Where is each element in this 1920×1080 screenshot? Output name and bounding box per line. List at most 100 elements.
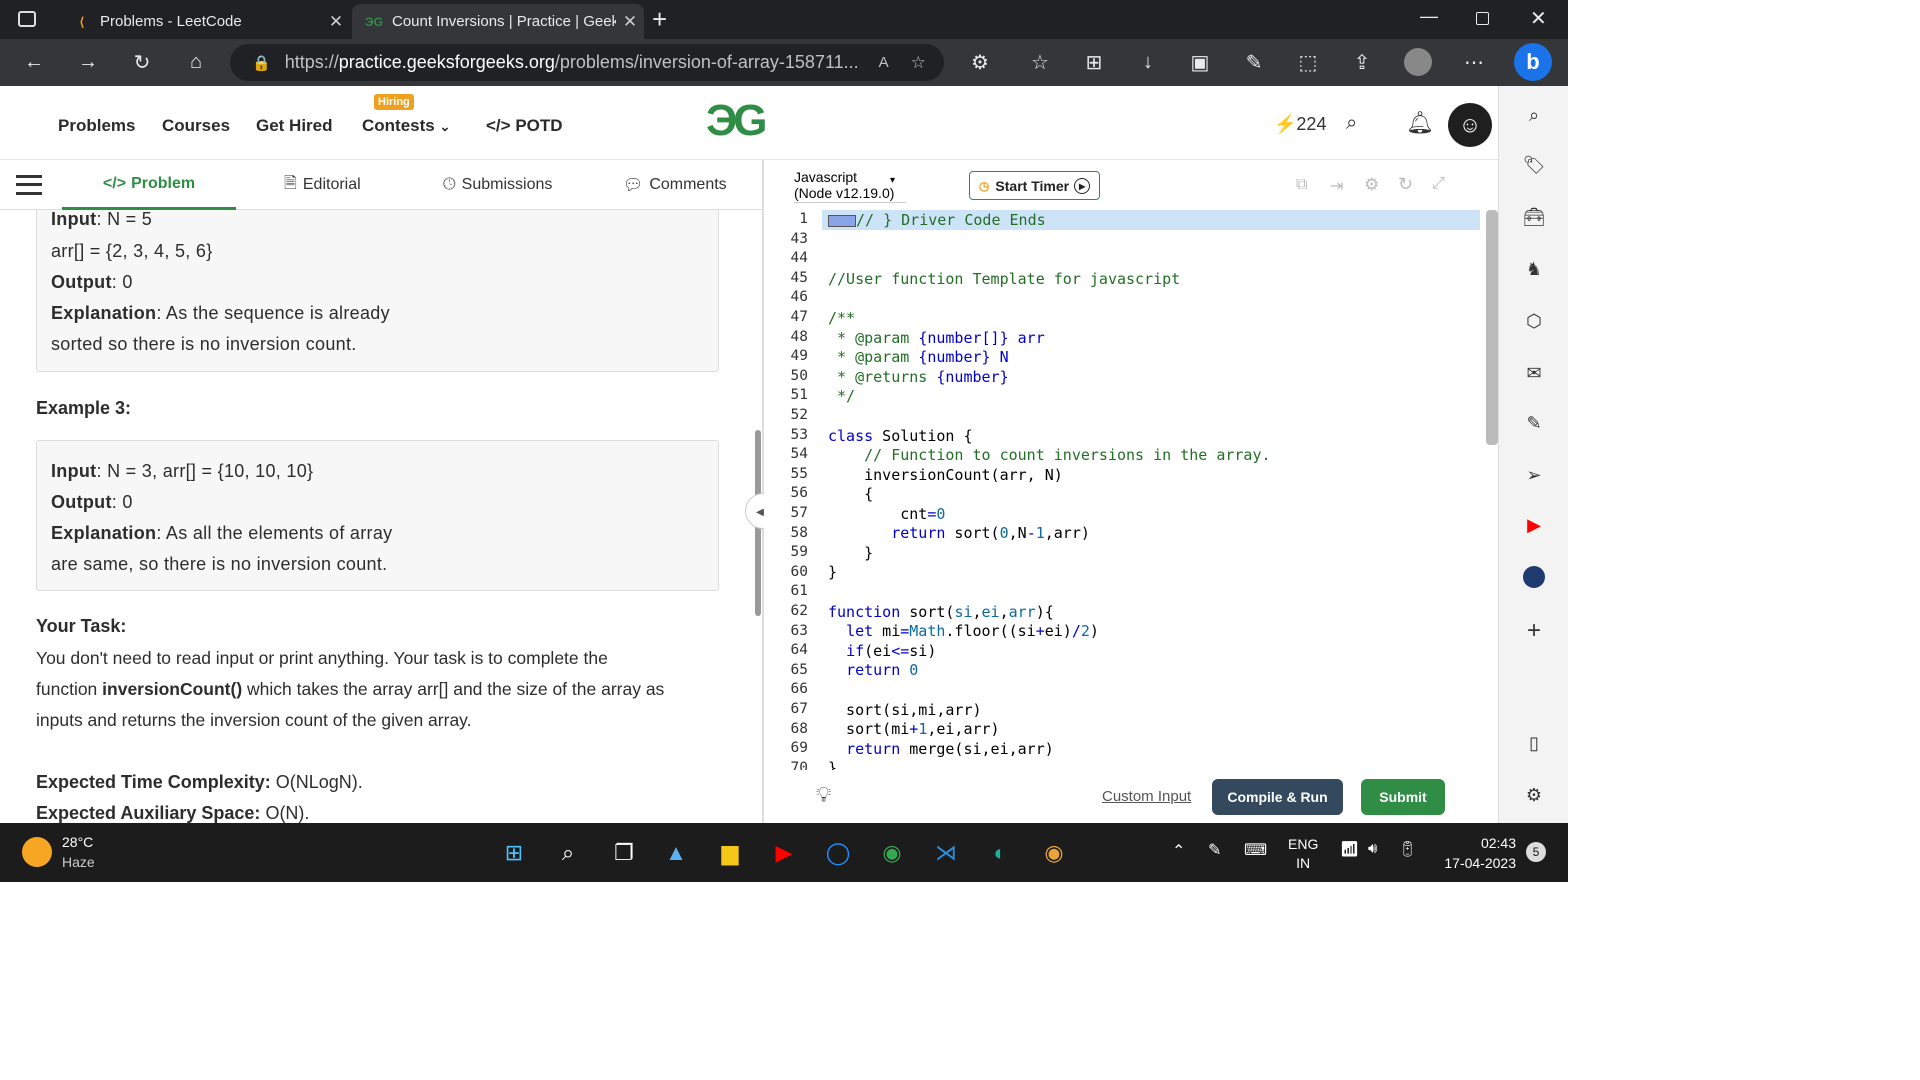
favorite-add-icon[interactable]: ☆ xyxy=(911,53,926,73)
tab-submissions[interactable]: 🕓︎ Submissions xyxy=(443,160,552,210)
forward-icon[interactable]: → xyxy=(70,39,106,86)
photos-icon[interactable]: ▲ xyxy=(660,837,692,869)
restore-icon[interactable] xyxy=(1476,12,1489,25)
profile-avatar[interactable] xyxy=(1404,48,1432,76)
battery-icon[interactable]: 🔋︎ xyxy=(1398,840,1417,858)
start-timer-button[interactable]: ◷ Start Timer ▸ xyxy=(969,171,1100,200)
edit-icon[interactable]: ✎ xyxy=(1236,39,1272,86)
line-number: 65 xyxy=(790,661,808,678)
clock[interactable]: 02:43 17-04-2023 xyxy=(1436,833,1516,873)
fullscreen-icon[interactable]: ⤢ xyxy=(1432,175,1445,193)
import-icon[interactable]: ⇥ xyxy=(1330,176,1343,196)
chrome-icon[interactable]: ◉ xyxy=(876,837,908,869)
code-line: { xyxy=(828,485,874,503)
tab-editorial[interactable]: 🗎 Editorial xyxy=(284,160,361,210)
chevron-down-icon: ⌄ xyxy=(439,119,451,134)
youtube-icon[interactable]: ▶ xyxy=(1519,510,1549,540)
nav-courses[interactable]: Courses xyxy=(162,116,230,136)
address-bar[interactable]: 🔒 https://practice.geeksforgeeks.org/pro… xyxy=(230,44,944,81)
tab-comments[interactable]: 💬︎ Comments xyxy=(623,160,727,210)
custom-input-link[interactable]: Custom Input xyxy=(1102,788,1191,805)
new-tab-icon[interactable]: + xyxy=(652,4,667,35)
language-select[interactable]: Javascript (Node v12.19.0) ▾ xyxy=(794,169,906,203)
home-icon[interactable]: ⌂ xyxy=(178,39,214,86)
refresh-icon[interactable]: ↻ xyxy=(124,39,160,86)
collections-icon[interactable]: ⊞ xyxy=(1076,39,1112,86)
notification-badge[interactable]: 5 xyxy=(1526,842,1546,862)
add-icon[interactable]: + xyxy=(1519,616,1549,646)
nav-potd[interactable]: </> POTD xyxy=(486,116,563,136)
tab-leetcode[interactable]: ⟨ Problems - LeetCode ✕ xyxy=(60,4,350,39)
math-solver-icon[interactable]: ▣ xyxy=(1182,39,1218,86)
gfg-logo[interactable]: ЭG xyxy=(706,96,767,146)
games-icon[interactable]: ♞ xyxy=(1519,254,1549,284)
sidebar-toggle-icon[interactable]: ▯ xyxy=(1519,728,1549,758)
vscode-icon[interactable]: ⋊ xyxy=(930,837,962,869)
edge-icon[interactable]: ◐ xyxy=(984,837,1016,869)
problem-statement: Input: N = 5 arr[] = {2, 3, 4, 5, 6} Out… xyxy=(0,210,755,823)
compile-run-button[interactable]: Compile & Run xyxy=(1212,779,1343,815)
pen-icon[interactable]: ✎ xyxy=(1208,840,1221,860)
close-icon[interactable]: ✕ xyxy=(322,12,350,32)
toolbox-icon[interactable]: 🧰︎ xyxy=(1519,202,1549,232)
tab-gfg[interactable]: ЭG Count Inversions | Practice | Geek ✕ xyxy=(352,4,644,39)
url-host: practice.geeksforgeeks.org xyxy=(338,52,555,72)
microsoft365-icon[interactable]: ⬡ xyxy=(1519,306,1549,336)
editor-scrollbar[interactable] xyxy=(1486,210,1498,445)
nav-get-hired[interactable]: Get Hired xyxy=(256,116,333,136)
settings-icon[interactable]: ⚙ xyxy=(1519,780,1549,810)
bell-icon[interactable]: 🔔︎ xyxy=(1406,110,1434,136)
language-indicator[interactable]: ENG IN xyxy=(1288,835,1318,873)
wifi-icon[interactable]: 📶︎ xyxy=(1340,840,1359,858)
shopping-tag-icon[interactable]: 🏷︎ xyxy=(1519,150,1549,180)
favorites-icon[interactable]: ☆ xyxy=(1022,39,1058,86)
bing-icon[interactable]: b xyxy=(1514,43,1552,81)
line-number: 52 xyxy=(790,407,808,423)
lightbulb-icon[interactable]: 💡︎ xyxy=(816,782,831,808)
nav-contests[interactable]: Contests ⌄ xyxy=(362,116,450,136)
screenshot-icon[interactable]: ⬚ xyxy=(1290,39,1326,86)
window-close-icon[interactable]: ✕ xyxy=(1530,6,1547,31)
task-view-icon[interactable]: ❐ xyxy=(608,837,640,869)
bolt-icon: ⚡ xyxy=(1274,114,1297,134)
nav-problems[interactable]: Problems xyxy=(58,116,135,136)
tab-problem[interactable]: </> Problem xyxy=(62,160,236,210)
reset-icon[interactable]: ↻ xyxy=(1398,174,1413,195)
weather-temp[interactable]: 28°C xyxy=(62,834,93,850)
back-icon[interactable]: ← xyxy=(16,39,52,86)
share-icon[interactable]: ⇪ xyxy=(1344,39,1380,86)
volume-icon[interactable]: 🔊︎ xyxy=(1368,840,1377,857)
extensions-icon[interactable]: ⚙ xyxy=(962,39,998,86)
tab-actions-icon[interactable] xyxy=(18,11,36,27)
minimize-icon[interactable]: — xyxy=(1420,6,1438,27)
user-avatar[interactable]: ☺ xyxy=(1448,103,1492,147)
show-hidden-icons[interactable]: ⌃ xyxy=(1172,841,1185,861)
line-number: 49 xyxy=(790,348,808,365)
code-line: /** xyxy=(828,309,856,327)
search-icon[interactable]: ⌕ xyxy=(1346,112,1357,135)
submit-button[interactable]: Submit xyxy=(1361,779,1445,815)
extension-app-icon[interactable] xyxy=(1519,562,1549,592)
code-editor[interactable]: 1 43 44 45 46 47 48 49 50 51 52 53 54 55 56 57 58 59 60 61 6… xyxy=(764,210,1498,770)
search-icon[interactable]: ⌕ xyxy=(552,837,584,869)
read-aloud-icon[interactable]: A xyxy=(879,54,889,71)
keyboard-icon[interactable]: ⌨ xyxy=(1244,840,1267,860)
start-icon[interactable]: ⊞ xyxy=(498,837,530,869)
settings-icon[interactable]: ⚙ xyxy=(1364,175,1379,195)
copy-icon[interactable]: ⧉ xyxy=(1296,176,1307,194)
chrome-canary-icon[interactable]: ◉ xyxy=(1038,837,1070,869)
line-number: 54 xyxy=(790,446,808,463)
downloads-icon[interactable]: ↓ xyxy=(1130,39,1166,86)
drop-icon[interactable]: ✎ xyxy=(1519,408,1549,438)
time-complexity: Expected Time Complexity: O(NLogN). xyxy=(36,772,363,792)
youtube-icon[interactable]: ▶ xyxy=(768,837,800,869)
search-icon[interactable]: ⌕ xyxy=(1519,100,1549,130)
cortana-icon[interactable]: ◯ xyxy=(822,837,854,869)
send-icon[interactable]: ➢ xyxy=(1519,460,1549,490)
menu-icon[interactable] xyxy=(16,175,42,195)
close-icon[interactable]: ✕ xyxy=(616,12,644,32)
code-line: } xyxy=(828,759,838,770)
file-explorer-icon[interactable]: ▆ xyxy=(714,837,746,869)
outlook-icon[interactable]: ✉ xyxy=(1519,358,1549,388)
more-icon[interactable]: ⋯ xyxy=(1456,39,1492,86)
